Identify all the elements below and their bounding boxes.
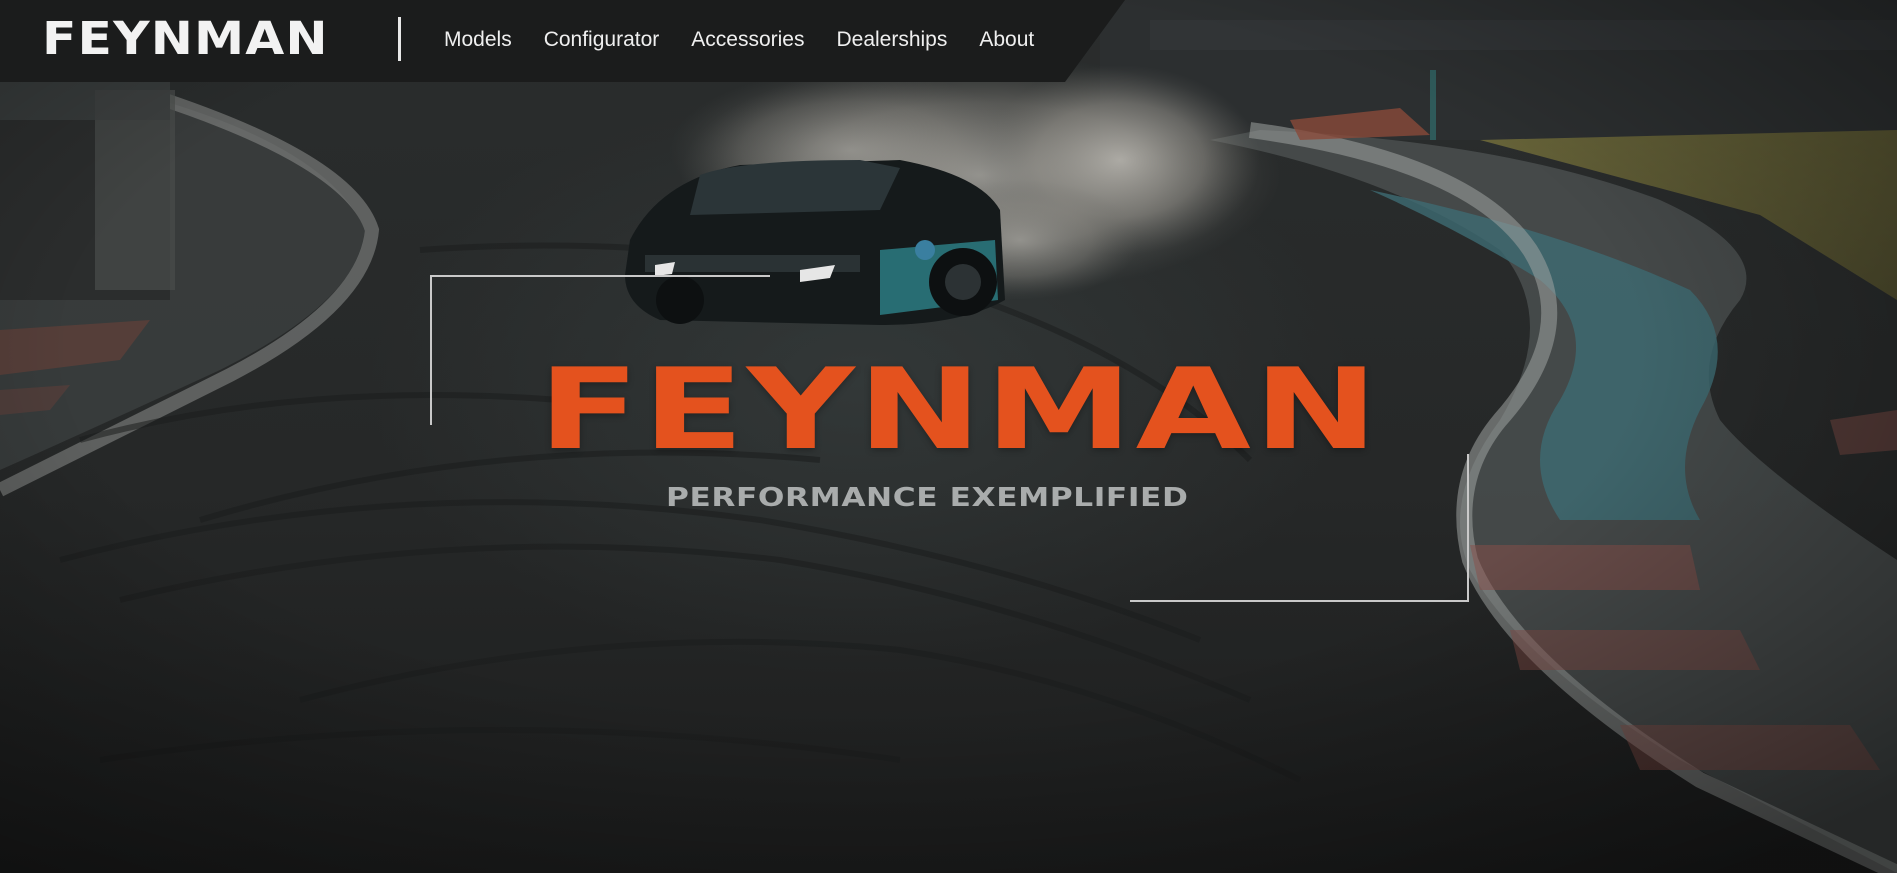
- nav-link-dealerships[interactable]: Dealerships: [836, 26, 947, 54]
- nav-divider: [398, 17, 401, 61]
- nav-links: Models Configurator Accessories Dealersh…: [444, 26, 1066, 54]
- brand-logo[interactable]: FEYNMAN: [42, 14, 329, 64]
- nav-link-accessories[interactable]: Accessories: [691, 26, 804, 54]
- top-navigation: FEYNMAN Models Configurator Accessories …: [0, 0, 1125, 82]
- nav-link-about[interactable]: About: [979, 26, 1034, 54]
- hero-subtitle: PERFORMANCE EXEMPLIFIED: [666, 483, 1189, 513]
- frame-corner-bottom-right: [1130, 454, 1469, 602]
- nav-link-models[interactable]: Models: [444, 26, 512, 54]
- nav-link-configurator[interactable]: Configurator: [544, 26, 660, 54]
- hero-title: FEYNMAN: [538, 345, 1381, 475]
- hero-section: FEYNMAN Models Configurator Accessories …: [0, 0, 1897, 873]
